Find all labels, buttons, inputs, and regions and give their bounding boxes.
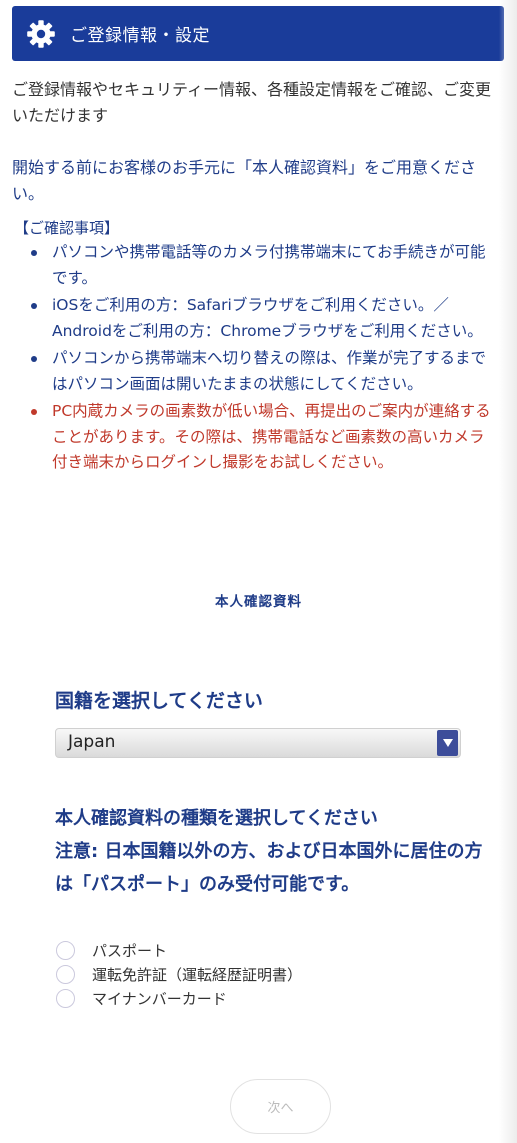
note-item: iOSをご利用の方：Safariブラウザをご利用ください。／Androidをご利… <box>14 293 494 344</box>
document-type-label: 本人確認資料の種類を選択してください <box>55 808 378 829</box>
next-button[interactable]: 次へ <box>230 1079 331 1134</box>
page-title: ご登録情報・設定 <box>70 26 210 46</box>
notes-list: パソコンや携帯電話等のカメラ付携帯端末にてお手続きが可能です。 iOSをご利用の… <box>14 240 494 478</box>
nationality-select[interactable]: Japan <box>55 728 461 758</box>
nationality-label: 国籍を選択してください <box>55 690 263 712</box>
note-item: パソコンから携帯端末へ切り替えの際は、作業が完了するまではパソコン画面は開いたま… <box>14 346 494 397</box>
dropdown-arrow-icon[interactable] <box>437 730 458 756</box>
nationality-select-value: Japan <box>68 732 116 752</box>
prepare-documents-text: 開始する前にお客様のお手元に「本人確認資料」をご用意ください。 <box>12 158 477 203</box>
radio-button[interactable] <box>56 988 75 1008</box>
section-label: 本人確認資料 <box>215 594 302 610</box>
notes-title: 【ご確認事項】 <box>14 219 120 237</box>
scroll-edge-shadow <box>499 0 517 1143</box>
radio-button[interactable] <box>56 940 75 960</box>
gear-icon <box>27 19 55 48</box>
document-type-notice: 注意: 日本国籍以外の方、および日本国外に居住の方は「パスポート」のみ受付可能で… <box>55 841 483 895</box>
radio-label: マイナンバーカード <box>92 989 227 1008</box>
radio-option-drivers-license[interactable]: 運転免許証（運転経歴証明書） <box>56 962 302 986</box>
document-type-radio-group: パスポート 運転免許証（運転経歴証明書） マイナンバーカード <box>56 938 302 1010</box>
note-item: パソコンや携帯電話等のカメラ付携帯端末にてお手続きが可能です。 <box>14 240 494 291</box>
radio-label: パスポート <box>92 941 168 960</box>
radio-option-passport[interactable]: パスポート <box>56 938 302 962</box>
document-type-section: 本人確認資料の種類を選択してください 注意: 日本国籍以外の方、および日本国外に… <box>55 802 495 901</box>
radio-button[interactable] <box>56 964 75 984</box>
radio-option-mynumber-card[interactable]: マイナンバーカード <box>56 986 302 1010</box>
intro-text: ご登録情報やセキュリティー情報、各種設定情報をご確認、ご変更いただけます <box>12 80 492 125</box>
note-item-warning: PC内蔵カメラの画素数が低い場合、再提出のご案内が連絡することがあります。その際… <box>14 399 494 476</box>
radio-label: 運転免許証（運転経歴証明書） <box>92 965 303 984</box>
page-header: ご登録情報・設定 <box>12 6 504 61</box>
